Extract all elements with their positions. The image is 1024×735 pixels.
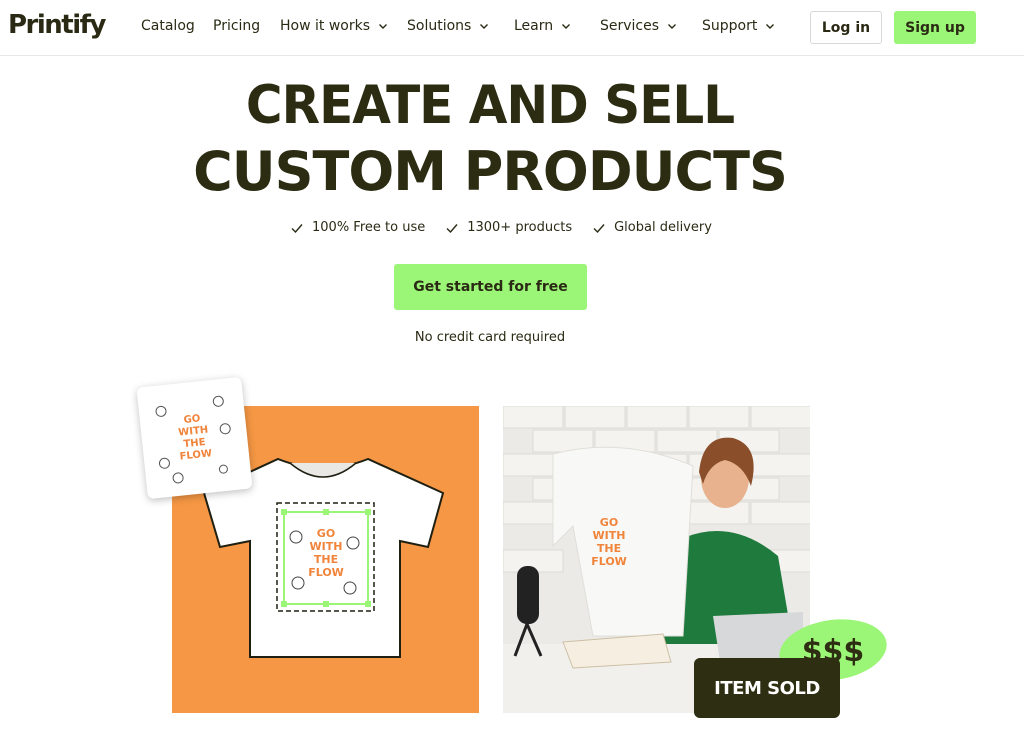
chevron-down-icon <box>379 24 387 29</box>
nav-item-learn[interactable]: Learn <box>514 18 571 34</box>
get-started-button[interactable]: Get started for free <box>394 264 587 310</box>
chevron-down-icon <box>766 24 775 29</box>
check-icon <box>446 223 458 233</box>
nav-item-services[interactable]: Services <box>600 18 677 34</box>
design-text-line: GO <box>317 527 335 540</box>
design-text-line: THE <box>314 553 338 566</box>
nav-item-support[interactable]: Support <box>702 18 775 34</box>
chevron-down-icon <box>668 24 677 29</box>
nav-item-label: How it works <box>280 18 370 34</box>
feature-list: 100% Free to use 1300+ products Global d… <box>290 220 712 235</box>
chevron-down-icon <box>562 24 571 29</box>
design-text-line: FLOW <box>308 566 344 579</box>
chevron-down-icon <box>480 24 489 29</box>
nav-item-label: Services <box>600 18 660 34</box>
design-artwork: GO WITH THE FLOW <box>155 395 231 484</box>
feature-label: Global delivery <box>614 220 712 235</box>
nav-item-pricing[interactable]: Pricing <box>213 18 260 34</box>
nav-item-catalog[interactable]: Catalog <box>141 18 195 34</box>
design-text-line: GO <box>183 413 201 426</box>
design-text-line: FLOW <box>591 555 627 568</box>
nav-item-label: Solutions <box>407 18 472 34</box>
feature-item: Global delivery <box>592 220 712 235</box>
printify-logo[interactable]: Printify <box>8 10 106 40</box>
nav-item-label: Support <box>702 18 758 34</box>
design-text-line: THE <box>597 542 621 555</box>
item-sold-badge: ITEM SOLD <box>694 658 840 718</box>
nav-item-label: Learn <box>514 18 554 34</box>
check-icon <box>291 223 303 233</box>
cta-note: No credit card required <box>414 330 566 345</box>
design-text-line: WITH <box>310 540 343 553</box>
nav-item-solutions[interactable]: Solutions <box>407 18 489 34</box>
feature-label: 100% Free to use <box>312 220 426 235</box>
nav-item-label: Pricing <box>213 18 261 34</box>
hero-headline-line2: CUSTOM PRODUCTS <box>193 140 788 203</box>
feature-item: 1300+ products <box>445 220 572 235</box>
feature-item: 100% Free to use <box>290 220 425 235</box>
hero-headline-line1: CREATE AND SELL <box>245 74 735 136</box>
top-navigation: Printify Catalog Pricing How it works So… <box>0 0 1024 56</box>
design-card-image: GO WITH THE FLOW <box>136 376 253 500</box>
check-icon <box>593 223 605 233</box>
login-button[interactable]: Log in <box>810 11 882 44</box>
feature-label: 1300+ products <box>467 220 573 235</box>
design-text-line: FLOW <box>179 448 212 462</box>
nav-item-how-it-works[interactable]: How it works <box>280 18 388 34</box>
nav-item-label: Catalog <box>141 18 195 34</box>
signup-button[interactable]: Sign up <box>894 11 976 44</box>
design-text-line: WITH <box>593 529 626 542</box>
design-text-line: GO <box>600 516 618 529</box>
